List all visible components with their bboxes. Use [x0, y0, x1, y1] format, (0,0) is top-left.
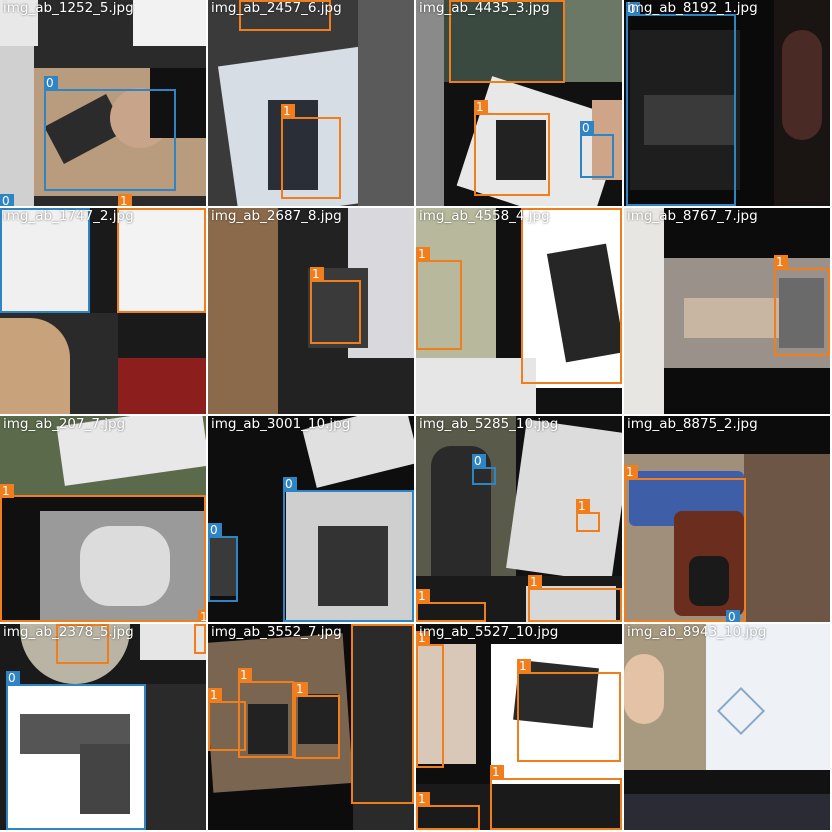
class-label: 1: [416, 589, 430, 603]
detection-box: 1: [774, 255, 830, 356]
class-label: 0: [44, 76, 58, 90]
detection-box: 1: [194, 624, 206, 654]
image-filename: img_ab_4435_3.jpg: [419, 0, 550, 16]
image-filename: img_ab_8943_10.jpg: [627, 624, 767, 640]
detection-box: 1: [624, 465, 746, 622]
detection-box: 1: [310, 267, 361, 344]
class-label: 1: [351, 624, 365, 626]
mosaic-grid: img_ab_1252_5.jpg 0 0 1 img_ab_2457_6.jp…: [0, 0, 832, 832]
image-filename: img_ab_5527_10.jpg: [419, 624, 559, 640]
class-label: 1: [624, 465, 638, 479]
mosaic-tile: img_ab_8943_10.jpg 1: [624, 624, 830, 830]
image-filename: img_ab_1252_5.jpg: [3, 0, 134, 16]
mosaic-tile: img_ab_2687_8.jpg 1: [208, 208, 414, 414]
detection-box: 0: [283, 477, 414, 622]
class-label: 1: [194, 624, 206, 626]
detection-box: 0: [626, 2, 736, 206]
image-filename: img_ab_3001_10.jpg: [211, 416, 351, 432]
detection-box: 0: [44, 76, 176, 191]
detection-box: 0: [472, 454, 496, 485]
image-filename: img_ab_8875_2.jpg: [627, 416, 758, 432]
mosaic-tile: img_ab_8875_2.jpg 1 0: [624, 416, 830, 622]
detection-box: 1: [416, 247, 462, 350]
detection-box: 1: [351, 624, 414, 804]
class-label: 1: [281, 104, 295, 118]
class-label: 0: [472, 454, 486, 468]
detection-box: 0: [6, 671, 146, 830]
class-label: 0: [580, 121, 594, 135]
mosaic-tile: img_ab_2457_6.jpg 1 1: [208, 0, 414, 206]
class-label: 1: [774, 255, 788, 269]
mosaic-tile: img_ab_3001_10.jpg 0 0: [208, 416, 414, 622]
image-filename: img_ab_207_7.jpg: [3, 416, 126, 432]
detection-box: 0: [208, 523, 238, 602]
detection-box: 1: [490, 765, 622, 830]
image-filename: img_ab_3552_7.jpg: [211, 624, 342, 640]
detection-box: 1: [416, 792, 480, 830]
class-label: 1: [198, 610, 206, 622]
class-label: 1: [490, 765, 504, 779]
class-label: 1: [528, 575, 542, 589]
image-filename: img_ab_2687_8.jpg: [211, 208, 342, 224]
detection-box: 0: [580, 121, 614, 178]
class-label: 1: [416, 247, 430, 261]
image-filename: img_ab_8192_1.jpg: [627, 0, 758, 16]
mosaic-tile: img_ab_4558_4.jpg 1 1: [416, 208, 622, 414]
mosaic-tile: img_ab_5285_10.jpg 0 1 1 1: [416, 416, 622, 622]
image-filename: img_ab_4558_4.jpg: [419, 208, 550, 224]
detection-box: 1: [238, 668, 294, 758]
detection-box: 1: [517, 659, 621, 762]
mosaic-tile: img_ab_4435_3.jpg 1 1 0: [416, 0, 622, 206]
detection-box: 1: [576, 499, 600, 532]
mosaic-tile: img_ab_8767_7.jpg 1: [624, 208, 830, 414]
class-label: 0: [208, 523, 222, 537]
mosaic-tile: img_ab_1252_5.jpg 0 0 1: [0, 0, 206, 206]
mosaic-tile: img_ab_3552_7.jpg 1 1 1 1: [208, 624, 414, 830]
class-label: 1: [118, 194, 132, 206]
image-filename: img_ab_8767_7.jpg: [627, 208, 758, 224]
class-label: 1: [310, 267, 324, 281]
detection-box: 1: [521, 208, 622, 384]
class-label: 0: [283, 477, 297, 491]
image-filename: img_ab_1747_2.jpg: [3, 208, 134, 224]
class-label: 1: [0, 484, 14, 498]
detection-box: 1: [416, 631, 444, 768]
image-filename: img_ab_2457_6.jpg: [211, 0, 342, 16]
image-filename: img_ab_5285_10.jpg: [419, 416, 559, 432]
detection-box: 1: [281, 104, 341, 199]
mosaic-tile: img_ab_207_7.jpg 1 1: [0, 416, 206, 622]
class-label: 1: [517, 659, 531, 673]
class-label: 1: [238, 668, 252, 682]
class-label: 1: [474, 100, 488, 114]
class-label: 1: [294, 682, 308, 696]
mosaic-tile: img_ab_8192_1.jpg 0: [624, 0, 830, 206]
mosaic-tile: img_ab_5527_10.jpg 1 1 1 1: [416, 624, 622, 830]
class-label: 0: [0, 194, 14, 206]
detection-box: 1: [294, 682, 340, 759]
detection-box: 1: [814, 624, 830, 632]
class-label: 0: [6, 671, 20, 685]
image-filename: img_ab_2378_5.jpg: [3, 624, 134, 640]
detection-box: 1: [0, 484, 206, 622]
detection-box: 1: [474, 100, 550, 196]
class-label: 1: [208, 688, 222, 702]
mosaic-tile: img_ab_1747_2.jpg 0 1: [0, 208, 206, 414]
class-label: 1: [576, 499, 590, 513]
class-label: 0: [726, 610, 740, 622]
class-label: 1: [416, 792, 430, 806]
detection-box: 1: [528, 575, 622, 622]
detection-box: 1: [416, 589, 486, 622]
mosaic-tile: img_ab_2378_5.jpg 1 1 0: [0, 624, 206, 830]
